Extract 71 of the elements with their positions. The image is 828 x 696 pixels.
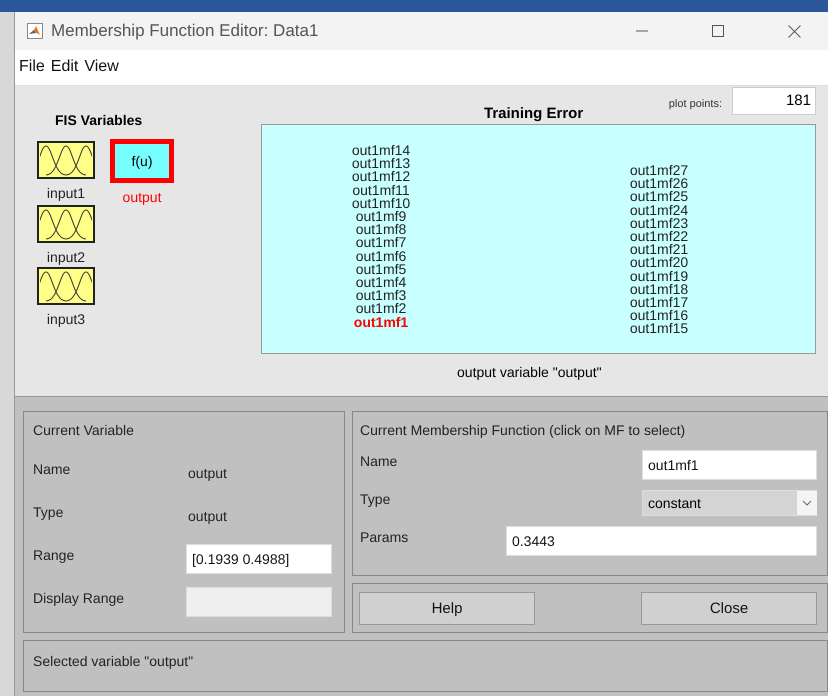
status-text: Selected variable "output" [33, 653, 194, 669]
type-dropdown[interactable]: constant [642, 490, 817, 516]
app-logo-icon [27, 23, 43, 39]
membership-function-label[interactable]: out1mf8 [356, 223, 406, 236]
plot-points-label: plot points: [668, 98, 722, 110]
membership-function-label[interactable]: out1mf20 [630, 256, 688, 270]
panel-title: Current Membership Function (click on MF to select) [360, 422, 686, 438]
section-title: FIS Variables [55, 112, 142, 128]
variable-label: input1 [46, 184, 86, 201]
membership-function-label[interactable]: out1mf7 [356, 236, 406, 250]
membership-function-label[interactable]: out1mf5 [356, 262, 406, 276]
dialog-button[interactable]: Help [359, 592, 535, 624]
membership-curves-icon [40, 144, 92, 176]
membership-function-label[interactable]: out1mf12 [352, 170, 410, 184]
membership-function-label[interactable]: out1mf16 [630, 309, 688, 322]
range-field[interactable]: [0.1939 0.4988] [186, 544, 332, 574]
input-variable-block[interactable] [37, 204, 95, 243]
variable-label: input2 [46, 248, 86, 265]
maximize-icon [712, 25, 724, 37]
membership-curves-icon [40, 208, 92, 240]
membership-function-label[interactable]: out1mf27 [630, 164, 688, 178]
variable-label: input3 [46, 310, 86, 327]
field-value: output [188, 464, 227, 480]
minimize-icon [636, 30, 648, 32]
membership-function-label[interactable]: out1mf2 [356, 302, 406, 316]
membership-function-label[interactable]: out1mf10 [352, 196, 410, 210]
membership-function-label[interactable]: out1mf24 [630, 204, 688, 217]
close-icon [788, 24, 800, 38]
membership-function-label[interactable]: out1mf23 [630, 216, 688, 230]
field-label: Name [33, 460, 72, 476]
name-field[interactable]: out1mf1 [642, 450, 817, 480]
membership-function-label[interactable]: out1mf22 [630, 230, 688, 244]
membership-function-label[interactable]: out1mf19 [630, 270, 688, 283]
panel-title: Current Variable [33, 422, 134, 438]
membership-function-label[interactable]: out1mf9 [356, 210, 406, 224]
membership-function-label[interactable]: out1mf13 [352, 157, 410, 170]
dialog-button[interactable]: Close [641, 592, 817, 624]
membership-function-label[interactable]: out1mf11 [352, 184, 410, 197]
membership-function-label[interactable]: out1mf26 [630, 177, 688, 190]
membership-curves-icon [40, 270, 92, 302]
input-variable-block[interactable] [37, 140, 95, 179]
membership-function-label[interactable]: out1mf25 [630, 190, 688, 204]
field-label: Display Range [33, 590, 126, 606]
field-label: Type [33, 504, 64, 520]
membership-function-label[interactable]: out1mf3 [356, 289, 406, 302]
membership-function-label[interactable]: out1mf6 [356, 250, 406, 263]
field-label: Range [33, 546, 76, 562]
membership-function-label[interactable]: out1mf21 [630, 243, 688, 256]
membership-function-label[interactable]: out1mf18 [630, 282, 688, 296]
input-variable-block[interactable] [37, 266, 95, 305]
window-title: Membership Function Editor: Data1 [51, 21, 320, 41]
membership-function-label[interactable]: out1mf15 [630, 322, 688, 336]
membership-plot[interactable] [261, 124, 816, 354]
params-field[interactable]: 0.3443 [506, 526, 817, 556]
output-variable-block[interactable]: f(u) [110, 138, 174, 183]
field-value: output [188, 508, 227, 524]
caret-icon [797, 491, 817, 515]
menu-item[interactable]: Edit [50, 58, 78, 76]
membership-function-label[interactable]: out1mf4 [356, 276, 406, 290]
membership-function-label[interactable]: out1mf17 [630, 296, 688, 310]
plot-caption: output variable "output" [457, 364, 602, 380]
field-label: Type [360, 491, 392, 507]
field-label: Params [360, 529, 410, 545]
plot-title: Training Error [484, 104, 584, 122]
membership-function-label[interactable]: out1mf14 [352, 144, 410, 158]
membership-function-label[interactable]: out1mf1 [354, 316, 408, 329]
field-label: Name [360, 453, 398, 469]
plot-points-field[interactable]: 181 [732, 86, 816, 115]
variable-label: output [122, 188, 162, 205]
menu-item[interactable]: View [84, 58, 119, 76]
menu-item[interactable]: File [19, 58, 45, 76]
